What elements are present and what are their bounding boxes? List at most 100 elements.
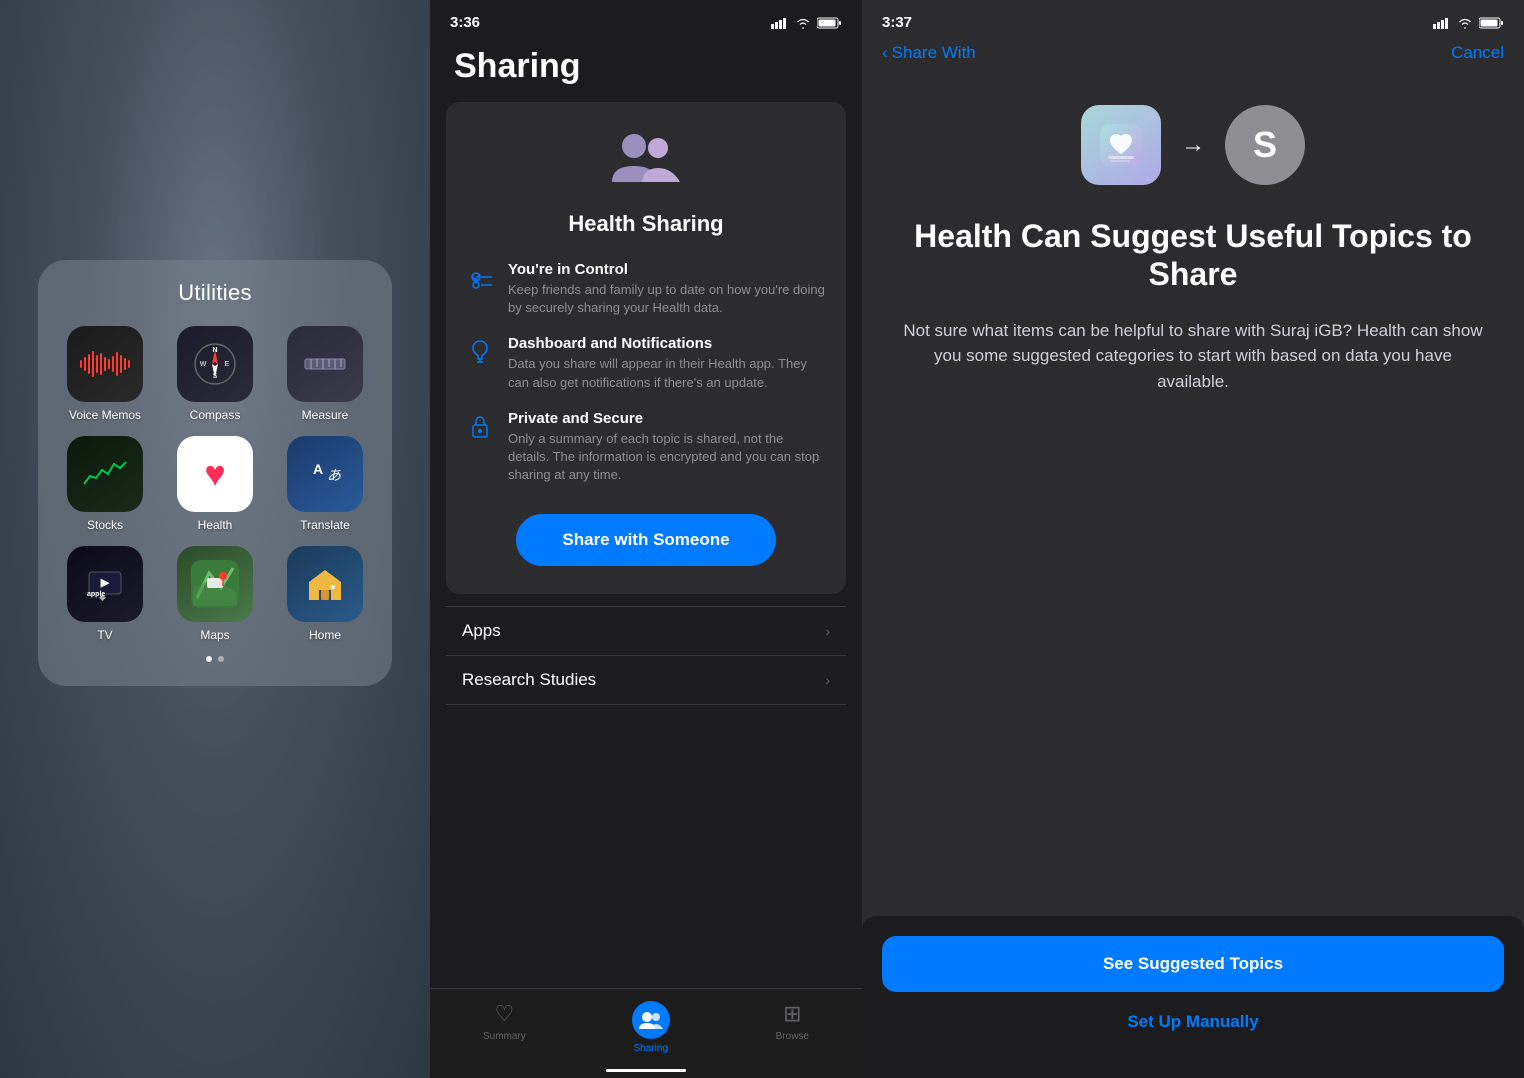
measure-icon bbox=[287, 326, 363, 402]
back-chevron-icon: ‹ bbox=[882, 43, 888, 63]
waveform bbox=[80, 349, 130, 379]
app-stocks[interactable]: Stocks bbox=[54, 436, 156, 532]
sharing-tab-icon-bg bbox=[632, 1001, 670, 1039]
health-label: Health bbox=[198, 518, 233, 532]
stocks-icon bbox=[67, 436, 143, 512]
svg-text:A: A bbox=[313, 461, 323, 477]
svg-text:W: W bbox=[200, 361, 207, 368]
browse-tab-label: Browse bbox=[776, 1031, 809, 1042]
tv-label: TV bbox=[97, 628, 112, 642]
time-sharing: 3:36 bbox=[450, 14, 480, 31]
measure-label: Measure bbox=[302, 408, 349, 422]
suggest-health-app-icon bbox=[1081, 105, 1161, 185]
svg-text:▶: ▶ bbox=[100, 577, 110, 589]
status-icons-sharing bbox=[771, 17, 842, 29]
panel-sharing: 3:36 Sharing bbox=[430, 0, 862, 1078]
suggest-nav: ‹ Share With Cancel bbox=[862, 39, 1524, 75]
tab-sharing[interactable]: Sharing bbox=[632, 1001, 670, 1054]
translate-label: Translate bbox=[300, 518, 350, 532]
translate-icon: A あ bbox=[287, 436, 363, 512]
dashboard-icon bbox=[466, 337, 494, 370]
sharing-list: Apps › Research Studies › bbox=[446, 606, 846, 705]
app-tv[interactable]: ▶ ◆ apple TV bbox=[54, 546, 156, 642]
sharing-tab-label: Sharing bbox=[633, 1043, 667, 1054]
dot-2 bbox=[218, 656, 224, 662]
battery-icon-suggest bbox=[1479, 17, 1504, 29]
tab-summary[interactable]: ♡ Summary bbox=[483, 1001, 526, 1054]
svg-text:apple: apple bbox=[87, 591, 105, 598]
feature-dashboard-title: Dashboard and Notifications bbox=[508, 335, 826, 352]
maps-label: Maps bbox=[200, 628, 229, 642]
arrow-right-icon: → bbox=[1181, 131, 1205, 159]
status-icons-suggest bbox=[1433, 17, 1504, 29]
back-to-share-with[interactable]: ‹ Share With bbox=[882, 43, 976, 63]
status-bar-sharing: 3:36 bbox=[430, 0, 862, 39]
private-icon bbox=[466, 412, 494, 445]
voice-memos-icon bbox=[67, 326, 143, 402]
summary-tab-icon: ♡ bbox=[495, 1001, 515, 1027]
health-sharing-card: Health Sharing You're in Control Keep fr… bbox=[446, 102, 846, 594]
health-sharing-people-icon bbox=[606, 130, 686, 195]
tab-bar: ♡ Summary Sharing ⊞ Browse bbox=[430, 988, 862, 1078]
dot-1 bbox=[206, 656, 212, 662]
suggest-title: Health Can Suggest Useful Topics to Shar… bbox=[902, 217, 1484, 294]
suggest-description: Not sure what items can be helpful to sh… bbox=[902, 318, 1484, 395]
wifi-icon bbox=[795, 17, 811, 29]
suggest-icons-row: → S bbox=[1081, 105, 1305, 185]
compass-icon: N E S W bbox=[177, 326, 253, 402]
feature-private: Private and Secure Only a summary of eac… bbox=[466, 410, 826, 485]
panel-home: Utilities bbox=[0, 0, 430, 1078]
set-up-manually-button[interactable]: Set Up Manually bbox=[882, 996, 1504, 1048]
health-icon: ♥ bbox=[177, 436, 253, 512]
feature-control-title: You're in Control bbox=[508, 261, 826, 278]
tab-browse[interactable]: ⊞ Browse bbox=[776, 1001, 809, 1054]
suggest-bottom-actions: See Suggested Topics Set Up Manually bbox=[862, 916, 1524, 1078]
time-suggest: 3:37 bbox=[882, 14, 912, 31]
feature-control: You're in Control Keep friends and famil… bbox=[466, 261, 826, 317]
avatar-letter: S bbox=[1253, 124, 1277, 166]
see-suggested-topics-button[interactable]: See Suggested Topics bbox=[882, 936, 1504, 992]
sharing-title: Sharing bbox=[430, 39, 862, 102]
contact-avatar: S bbox=[1225, 105, 1305, 185]
health-heart-symbol: ♥ bbox=[204, 453, 225, 495]
panel-suggest: 3:37 ‹ Share With Cancel bbox=[862, 0, 1524, 1078]
app-translate[interactable]: A あ Translate bbox=[274, 436, 376, 532]
tab-active-indicator bbox=[606, 1069, 686, 1072]
apps-label: Apps bbox=[462, 621, 501, 641]
feature-dashboard: Dashboard and Notifications Data you sha… bbox=[466, 335, 826, 391]
signal-icon bbox=[771, 17, 789, 29]
app-maps[interactable]: Maps bbox=[164, 546, 266, 642]
home-label: Home bbox=[309, 628, 341, 642]
feature-private-title: Private and Secure bbox=[508, 410, 826, 427]
feature-control-desc: Keep friends and family up to date on ho… bbox=[508, 281, 826, 317]
apps-chevron: › bbox=[825, 623, 830, 639]
cancel-button[interactable]: Cancel bbox=[1451, 43, 1504, 63]
sharing-tab-icon bbox=[639, 1009, 663, 1031]
svg-text:あ: あ bbox=[327, 467, 341, 483]
utilities-folder[interactable]: Utilities bbox=[38, 260, 392, 686]
apps-list-item[interactable]: Apps › bbox=[446, 606, 846, 656]
feature-private-desc: Only a summary of each topic is shared, … bbox=[508, 430, 826, 485]
signal-icon-suggest bbox=[1433, 17, 1451, 29]
app-home[interactable]: Home bbox=[274, 546, 376, 642]
research-list-item[interactable]: Research Studies › bbox=[446, 656, 846, 705]
share-with-someone-button[interactable]: Share with Someone bbox=[516, 514, 776, 566]
svg-text:E: E bbox=[225, 361, 230, 368]
research-chevron: › bbox=[825, 672, 830, 688]
wifi-icon-suggest bbox=[1457, 17, 1473, 29]
app-measure[interactable]: Measure bbox=[274, 326, 376, 422]
feature-dashboard-desc: Data you share will appear in their Heal… bbox=[508, 355, 826, 391]
health-sharing-card-title: Health Sharing bbox=[568, 211, 723, 237]
battery-icon bbox=[817, 17, 842, 29]
voice-memos-label: Voice Memos bbox=[69, 408, 141, 422]
app-voice-memos[interactable]: Voice Memos bbox=[54, 326, 156, 422]
back-label: Share With bbox=[892, 43, 976, 63]
research-label: Research Studies bbox=[462, 670, 596, 690]
folder-title: Utilities bbox=[54, 280, 376, 306]
app-health[interactable]: ♥ Health bbox=[164, 436, 266, 532]
folder-page-dots bbox=[54, 656, 376, 662]
stocks-label: Stocks bbox=[87, 518, 123, 532]
maps-icon bbox=[177, 546, 253, 622]
tv-icon: ▶ ◆ apple bbox=[67, 546, 143, 622]
app-compass[interactable]: N E S W Compass bbox=[164, 326, 266, 422]
